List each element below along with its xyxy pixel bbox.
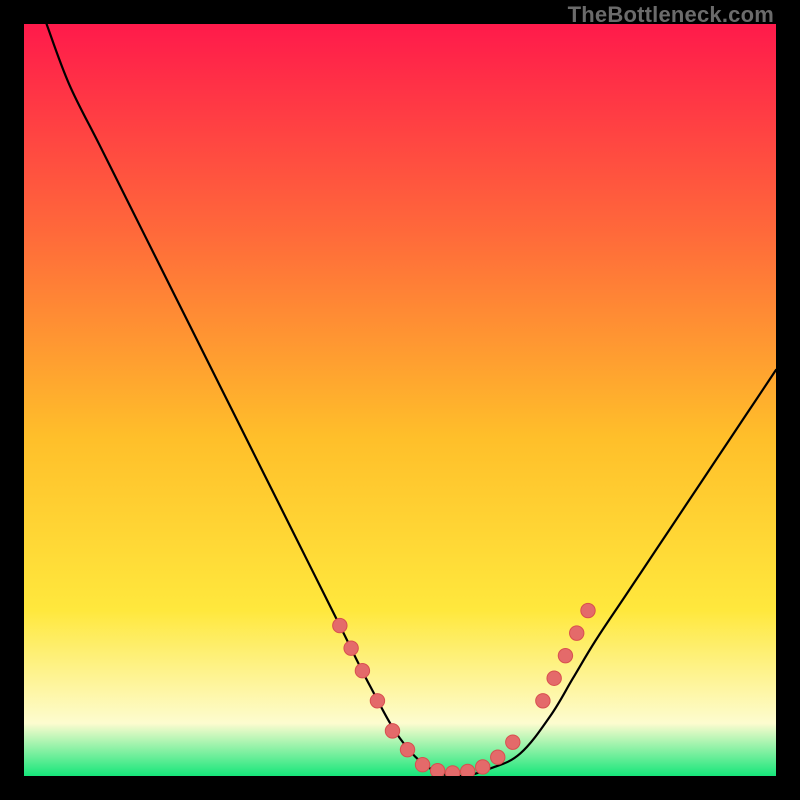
highlight-dot [536,694,550,708]
highlight-dot [355,664,369,678]
gradient-background [24,24,776,776]
highlight-dot [570,626,584,640]
chart-frame [24,24,776,776]
highlight-dot [491,750,505,764]
highlight-dot [370,694,384,708]
highlight-dot [506,735,520,749]
highlight-dot [400,742,414,756]
highlight-dot [558,648,572,662]
highlight-dot [385,724,399,738]
highlight-dot [476,760,490,774]
highlight-dot [445,766,459,776]
highlight-dot [415,758,429,772]
highlight-dot [581,603,595,617]
highlight-dot [460,764,474,776]
highlight-dot [333,618,347,632]
highlight-dot [344,641,358,655]
bottleneck-chart [24,24,776,776]
highlight-dot [430,764,444,776]
highlight-dot [547,671,561,685]
